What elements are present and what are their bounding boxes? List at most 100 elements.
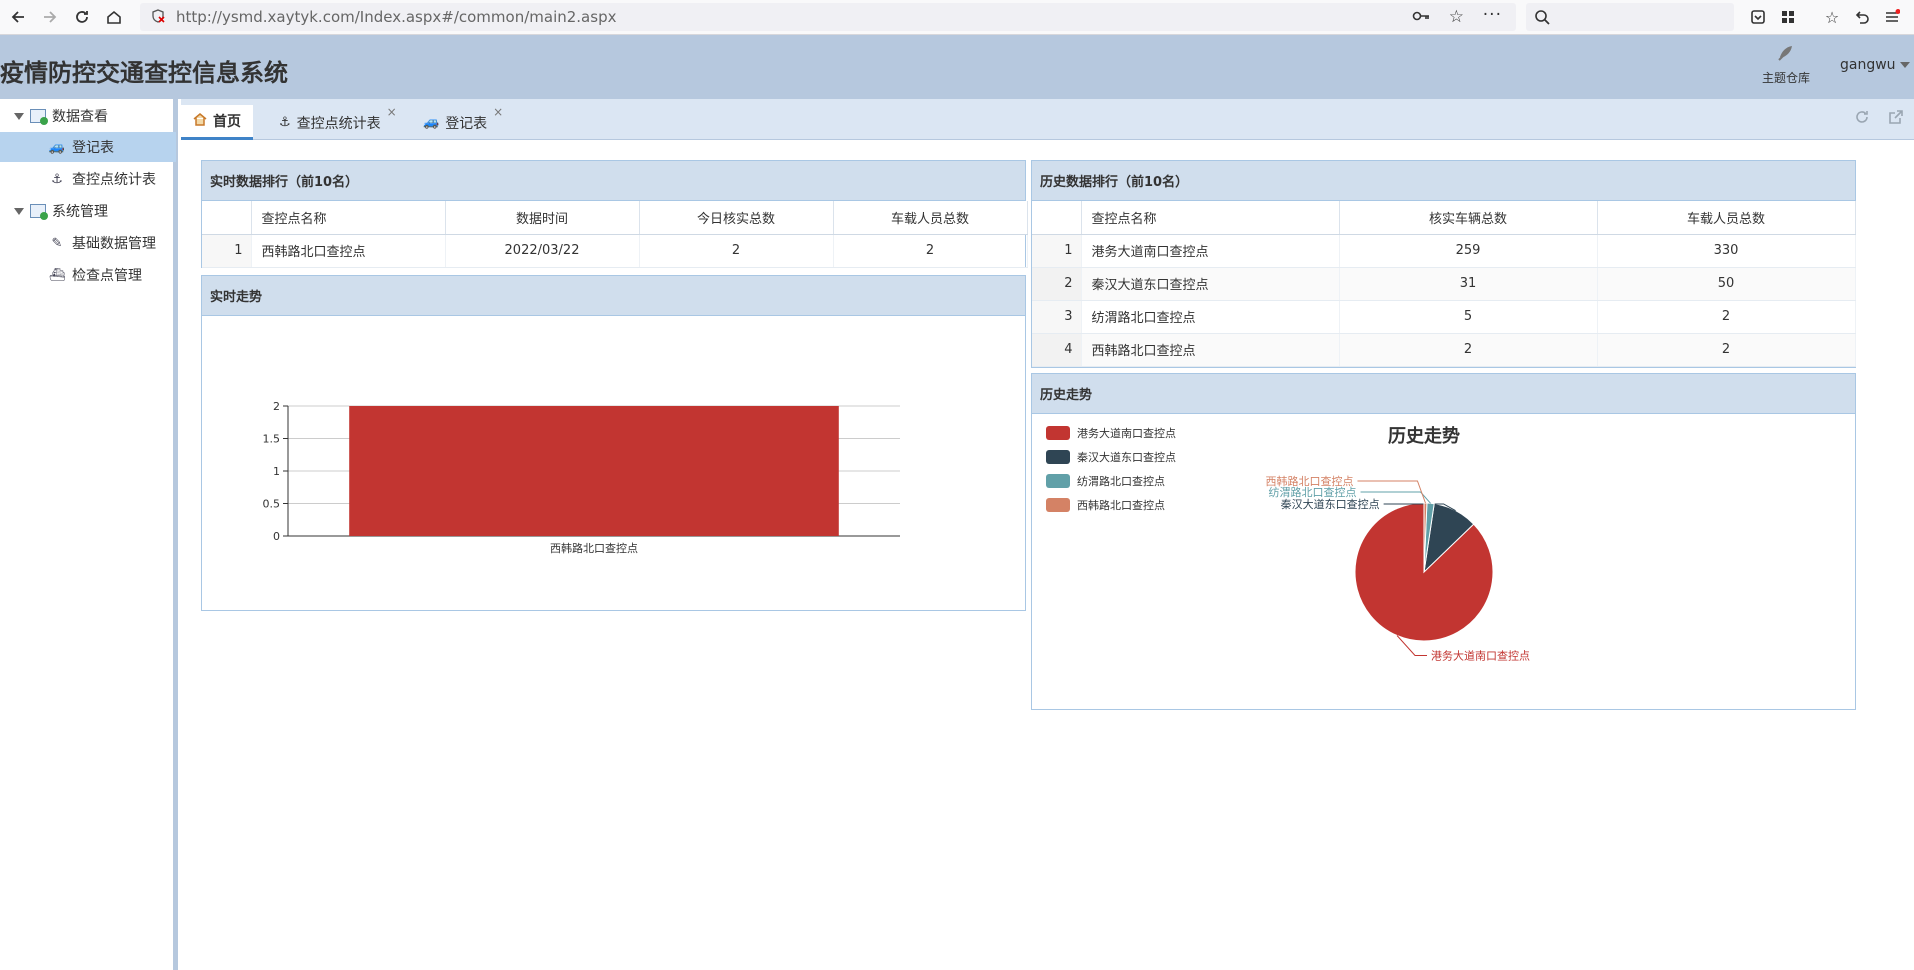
star-icon[interactable]: ☆: [1449, 7, 1464, 27]
people-count: 2: [833, 234, 1028, 268]
sidebar-item-checkpoint-manage[interactable]: ⛴ 检查点管理: [0, 260, 176, 290]
row-number: 1: [202, 234, 252, 268]
table-row[interactable]: 4 西韩路北口查控点 2 2: [1032, 333, 1856, 367]
undo-icon[interactable]: [1850, 5, 1874, 29]
legend-label: 西韩路北口查控点: [1077, 498, 1165, 512]
home-icon: [193, 112, 207, 130]
checkpoint-name: 港务大道南口查控点: [1081, 234, 1340, 268]
checkpoint-name: 西韩路北口查控点: [251, 234, 446, 268]
sidebar-item-checkpoint-stats[interactable]: ⚓ 查控点统计表: [0, 164, 176, 194]
panel-title: 历史走势: [1032, 374, 1855, 414]
legend-swatch: [1046, 498, 1070, 512]
anchor-icon: ⚓: [279, 115, 291, 130]
tab-home[interactable]: 首页: [181, 105, 253, 140]
row-number-header: [1032, 201, 1082, 235]
table-row[interactable]: 3 纺渭路北口查控点 5 2: [1032, 300, 1856, 334]
search-bar[interactable]: [1526, 3, 1734, 31]
people-count: 2: [1597, 333, 1856, 367]
ship-icon: ⛴: [48, 267, 66, 283]
legend-label: 纺渭路北口查控点: [1077, 474, 1165, 488]
y-tick-label: 0: [273, 530, 280, 543]
user-name: gangwu: [1840, 57, 1896, 73]
app-title: 疫情防控交通查控信息系统: [0, 59, 288, 87]
back-icon[interactable]: [6, 5, 30, 29]
realtime-trend-panel: 实时走势 0 0.5 1 1.5 2 西韩路北口查控点: [201, 275, 1026, 611]
tab-checkpoint-stats[interactable]: ⚓ 查控点统计表 ×: [267, 105, 397, 140]
search-icon: [1534, 9, 1550, 29]
bookmarks-icon[interactable]: ☆: [1820, 5, 1844, 29]
row-number: 4: [1032, 333, 1082, 367]
legend-label: 秦汉大道东口查控点: [1077, 450, 1176, 464]
y-tick-label: 0.5: [263, 498, 281, 511]
menu-icon[interactable]: [1880, 5, 1904, 29]
chart-title: 历史走势: [1388, 425, 1460, 447]
table-row[interactable]: 1 港务大道南口查控点 259 330: [1032, 234, 1856, 268]
panel-title: 实时数据排行（前10名）: [202, 161, 1025, 201]
row-number: 1: [1032, 234, 1082, 268]
browser-toolbar: http://ysmd.xaytyk.com/Index.aspx#/commo…: [0, 0, 1914, 35]
realtime-rank-panel: 实时数据排行（前10名） 查控点名称 数据时间 今日核实总数 车载人员总数 1 …: [201, 160, 1028, 268]
reload-icon[interactable]: [70, 5, 94, 29]
key-icon[interactable]: [1412, 9, 1430, 27]
column-header[interactable]: 车载人员总数: [833, 201, 1028, 235]
column-header[interactable]: 今日核实总数: [639, 201, 834, 235]
anchor-icon: ⚓: [51, 171, 63, 187]
module-icon: [30, 109, 48, 125]
table-row[interactable]: 2 秦汉大道东口查控点 31 50: [1032, 267, 1856, 301]
pocket-icon[interactable]: [1746, 5, 1770, 29]
grid-icon[interactable]: [1776, 5, 1800, 29]
panel-title: 历史数据排行（前10名）: [1032, 161, 1855, 201]
column-header[interactable]: 核实车辆总数: [1339, 201, 1598, 235]
column-header[interactable]: 数据时间: [445, 201, 640, 235]
legend-swatch: [1046, 426, 1070, 440]
column-header[interactable]: 查控点名称: [251, 201, 446, 235]
data-time: 2022/03/22: [445, 234, 640, 268]
checkpoint-name: 秦汉大道东口查控点: [1081, 267, 1340, 301]
row-number: 2: [1032, 267, 1082, 301]
sidebar-group-label: 数据查看: [52, 109, 108, 125]
sidebar-item-label: 查控点统计表: [72, 172, 156, 188]
legend-swatch: [1046, 450, 1070, 464]
open-external-icon[interactable]: [1888, 109, 1904, 129]
module-icon: [30, 204, 48, 220]
vehicle-count: 31: [1339, 267, 1598, 301]
bar: [349, 406, 839, 536]
x-tick-label: 西韩路北口查控点: [550, 541, 638, 555]
pie-label: 秦汉大道东口查控点: [1281, 497, 1380, 511]
pie-label: 港务大道南口查控点: [1431, 649, 1530, 663]
refresh-icon[interactable]: [1854, 109, 1870, 129]
realtime-rank-table: 查控点名称 数据时间 今日核实总数 车载人员总数 1 西韩路北口查控点 2022…: [202, 201, 1028, 268]
sidebar-item-label: 检查点管理: [72, 268, 142, 284]
expand-arrow-icon: [14, 207, 24, 215]
url-text: http://ysmd.xaytyk.com/Index.aspx#/commo…: [176, 8, 617, 26]
expand-arrow-icon: [14, 112, 24, 120]
tab-register[interactable]: 🚙 登记表 ×: [411, 105, 503, 140]
sidebar-item-register[interactable]: 🚙 登记表: [0, 132, 176, 162]
sidebar-group-label: 系统管理: [52, 204, 108, 220]
user-menu[interactable]: gangwu: [1840, 57, 1910, 73]
theme-store-button[interactable]: 主题仓库: [1756, 43, 1816, 86]
insecure-icon: [150, 8, 166, 28]
column-header[interactable]: 查控点名称: [1081, 201, 1340, 235]
sidebar-group-system[interactable]: 系统管理: [0, 196, 176, 226]
pencil-icon: ✎: [51, 235, 63, 251]
tab-label: 查控点统计表: [296, 115, 381, 132]
table-row[interactable]: 1 西韩路北口查控点 2022/03/22 2 2: [202, 234, 1028, 268]
checkpoint-name: 西韩路北口查控点: [1081, 333, 1340, 367]
panel-title: 实时走势: [202, 276, 1025, 316]
row-number-header: [202, 201, 252, 235]
sidebar-item-basic-data[interactable]: ✎ 基础数据管理: [0, 228, 176, 258]
y-tick-label: 1.5: [263, 433, 281, 446]
sidebar-group-data-view[interactable]: 数据查看: [0, 101, 176, 131]
home-browser-icon[interactable]: [102, 5, 126, 29]
column-header[interactable]: 车载人员总数: [1597, 201, 1856, 235]
people-count: 2: [1597, 300, 1856, 334]
vehicle-count: 259: [1339, 234, 1598, 268]
y-tick-label: 1: [273, 465, 280, 478]
close-icon[interactable]: ×: [387, 105, 397, 119]
forward-icon[interactable]: [38, 5, 62, 29]
more-icon[interactable]: ···: [1483, 5, 1502, 25]
close-icon[interactable]: ×: [493, 105, 503, 119]
pie-label: 西韩路北口查控点: [1265, 474, 1353, 488]
address-bar[interactable]: http://ysmd.xaytyk.com/Index.aspx#/commo…: [140, 3, 1516, 31]
